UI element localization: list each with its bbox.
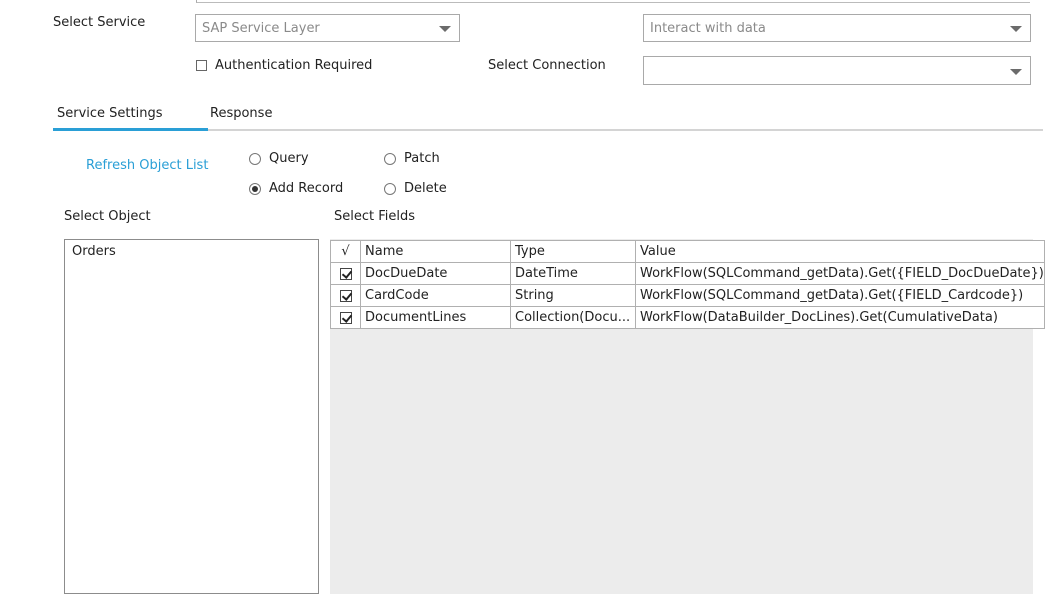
select-service-label: Select Service [53,15,146,30]
field-value-cell[interactable]: WorkFlow(DataBuilder_DocLines).Get(Cumul… [635,306,1045,329]
radio-query[interactable] [249,153,261,165]
column-header-name[interactable]: Name [360,240,511,263]
radio-delete-label: Delete [404,181,447,196]
radio-add-record[interactable] [249,183,261,195]
table-row[interactable]: DocumentLines Collection(Docu... WorkFlo… [330,306,1045,329]
mode-value: Interact with data [650,21,766,36]
tab-response[interactable]: Response [210,106,272,121]
service-type-dropdown[interactable]: SAP Service Layer [195,14,460,42]
chevron-down-icon [1010,26,1022,32]
table-header-row: √ Name Type Value [330,240,1045,263]
checkbox-checked-icon[interactable] [339,267,352,280]
list-item[interactable]: Orders [72,244,116,259]
field-type-cell[interactable]: Collection(Docu... [510,306,636,329]
row-checkbox-cell[interactable] [330,262,361,285]
radio-add-record-label: Add Record [269,181,344,196]
radio-patch-label: Patch [404,151,440,166]
select-connection-label: Select Connection [488,58,606,73]
checkbox-checked-icon[interactable] [339,289,352,302]
chevron-down-icon [439,26,451,32]
select-object-label: Select Object [64,209,151,224]
mode-dropdown[interactable]: Interact with data [643,14,1031,42]
field-value-cell[interactable]: WorkFlow(SQLCommand_getData).Get({FIELD_… [635,284,1045,307]
checkbox-checked-icon[interactable] [339,311,352,324]
connection-dropdown[interactable] [643,56,1031,85]
tab-service-settings[interactable]: Service Settings [57,106,163,121]
column-header-value[interactable]: Value [635,240,1045,263]
table-row[interactable]: CardCode String WorkFlow(SQLCommand_getD… [330,284,1045,307]
authentication-label: Authentication Required [215,58,373,73]
radio-patch[interactable] [384,153,396,165]
authentication-checkbox[interactable] [196,60,207,71]
field-name-cell[interactable]: DocDueDate [360,262,511,285]
row-checkbox-cell[interactable] [330,284,361,307]
column-header-type[interactable]: Type [510,240,636,263]
top-input-edge [196,0,1030,3]
tab-active-indicator [53,128,208,131]
field-value-cell[interactable]: WorkFlow(SQLCommand_getData).Get({FIELD_… [635,262,1045,285]
table-row[interactable]: DocDueDate DateTime WorkFlow(SQLCommand_… [330,262,1045,285]
select-fields-label: Select Fields [334,209,416,224]
row-checkbox-cell[interactable] [330,306,361,329]
field-name-cell[interactable]: CardCode [360,284,511,307]
refresh-object-list-link[interactable]: Refresh Object List [86,158,208,173]
field-type-cell[interactable]: DateTime [510,262,636,285]
service-type-value: SAP Service Layer [202,21,320,36]
field-name-cell[interactable]: DocumentLines [360,306,511,329]
field-type-cell[interactable]: String [510,284,636,307]
radio-query-label: Query [269,151,309,166]
fields-table: √ Name Type Value DocDueDate DateTime Wo… [330,240,1045,329]
column-header-check[interactable]: √ [330,240,361,263]
radio-delete[interactable] [384,183,396,195]
chevron-down-icon [1010,69,1022,75]
object-list[interactable]: Orders [64,239,319,594]
